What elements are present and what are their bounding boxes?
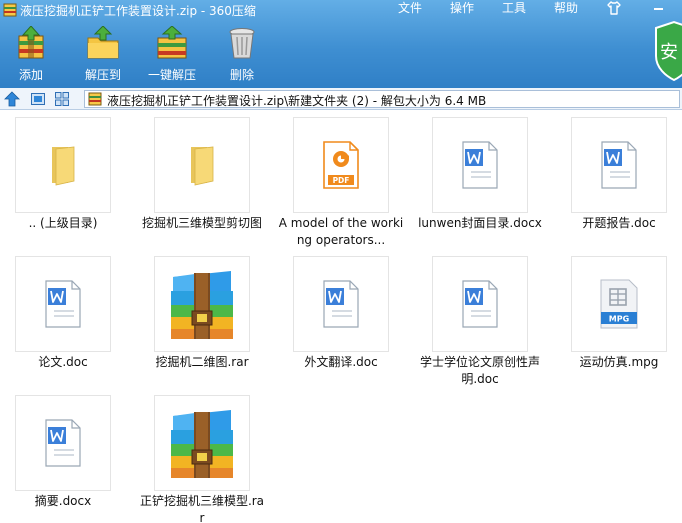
- file-grid: .. (上级目录) 挖掘机三维模型剪切图 PDF A model of the …: [0, 111, 682, 523]
- menu-operation[interactable]: 操作: [450, 0, 474, 18]
- thumbnail: [15, 395, 111, 491]
- file-name: 运动仿真.mpg: [579, 355, 659, 369]
- rar-archive-icon: [171, 271, 233, 339]
- file-name: 摘要.docx: [34, 494, 92, 508]
- extract-folder-icon: [87, 26, 119, 59]
- rar-archive-icon: [171, 410, 233, 478]
- file-name: 论文.doc: [38, 355, 88, 369]
- file-item-doc[interactable]: 学士学位论文原创性声明.doc: [417, 250, 557, 386]
- add-archive-icon: [18, 26, 44, 59]
- folder-icon: [191, 146, 214, 186]
- trash-icon: [229, 28, 255, 59]
- file-item-doc[interactable]: 开题报告.doc: [556, 111, 682, 247]
- file-name: 外文翻译.doc: [304, 355, 378, 369]
- thumbnail: [154, 117, 250, 213]
- add-label: 添加: [18, 68, 43, 82]
- toolbar: 添加 解压到 一键解压 删除: [0, 22, 300, 84]
- folder-icon: [52, 146, 75, 186]
- file-item-doc[interactable]: 论文.doc: [0, 250, 140, 386]
- delete-button[interactable]: 删除: [222, 22, 262, 84]
- add-button[interactable]: 添加: [8, 22, 54, 84]
- thumbnail: [154, 256, 250, 352]
- file-item-rar[interactable]: 正铲挖掘机三维模型.rar: [139, 389, 279, 523]
- title-bar: 液压挖掘机正铲工作装置设计.zip - 360压缩 文件 操作 工具 帮助: [0, 0, 682, 20]
- video-file-icon: MPG: [600, 279, 638, 329]
- word-doc-icon: [462, 141, 498, 189]
- thumbnail: MPG: [571, 256, 667, 352]
- word-doc-icon: [323, 280, 359, 328]
- mpg-badge: MPG: [609, 315, 629, 324]
- file-item-folder[interactable]: 挖掘机三维模型剪切图: [139, 111, 279, 247]
- one-click-extract-label: 一键解压: [147, 68, 196, 82]
- file-name: 开题报告.doc: [582, 216, 656, 230]
- file-name: 挖掘机二维图.rar: [155, 355, 249, 369]
- file-item-mpg[interactable]: MPG 运动仿真.mpg: [556, 250, 682, 386]
- file-item-doc[interactable]: 摘要.docx: [0, 389, 140, 523]
- extract-to-label: 解压到: [84, 68, 121, 82]
- address-bar[interactable]: 液压挖掘机正铲工作装置设计.zip\新建文件夹 (2) - 解包大小为 6.4 …: [84, 90, 680, 108]
- file-name: 挖掘机三维模型剪切图: [141, 216, 262, 230]
- thumbnail: [432, 256, 528, 352]
- thumbnail: [15, 256, 111, 352]
- thumbnail: [571, 117, 667, 213]
- file-name: 正铲挖掘机三维模型.rar: [139, 494, 265, 523]
- skin-shirt-icon[interactable]: [606, 0, 622, 16]
- security-shield-icon[interactable]: 安: [652, 20, 682, 82]
- menu-file[interactable]: 文件: [398, 0, 422, 18]
- file-name: A model of the working operators...: [278, 216, 404, 247]
- address-row: 液压挖掘机正铲工作装置设计.zip\新建文件夹 (2) - 解包大小为 6.4 …: [0, 88, 682, 110]
- one-click-extract-icon: [157, 26, 187, 59]
- thumbnail: [293, 256, 389, 352]
- thumbnail: [432, 117, 528, 213]
- thumbnail: PDF: [293, 117, 389, 213]
- word-doc-icon: [601, 141, 637, 189]
- address-path: 液压挖掘机正铲工作装置设计.zip\新建文件夹 (2) - 解包大小为 6.4 …: [107, 94, 487, 108]
- extract-to-button[interactable]: 解压到: [80, 22, 126, 84]
- file-item-pdf[interactable]: PDF A model of the working operators...: [278, 111, 418, 247]
- file-item-rar[interactable]: 挖掘机二维图.rar: [139, 250, 279, 386]
- delete-label: 删除: [229, 68, 254, 82]
- shield-label: 安: [660, 42, 678, 63]
- pdf-badge: PDF: [333, 176, 350, 185]
- zip-file-icon: [88, 92, 102, 106]
- grid-view-icon[interactable]: [54, 91, 70, 107]
- file-name: .. (上级目录): [28, 216, 98, 230]
- menu-help[interactable]: 帮助: [554, 0, 578, 18]
- pdf-icon: PDF: [323, 141, 359, 189]
- thumbnail: [15, 117, 111, 213]
- menu-tools[interactable]: 工具: [502, 0, 526, 18]
- window-title: 液压挖掘机正铲工作装置设计.zip - 360压缩: [20, 4, 256, 18]
- up-arrow-icon[interactable]: [4, 91, 20, 107]
- archive-app-icon: [3, 3, 17, 17]
- word-doc-icon: [45, 419, 81, 467]
- file-item-parent-dir[interactable]: .. (上级目录): [0, 111, 140, 247]
- word-doc-icon: [462, 280, 498, 328]
- file-item-doc[interactable]: lunwen封面目录.docx: [417, 111, 557, 247]
- menu-bar: 文件 操作 工具 帮助: [398, 0, 602, 18]
- minimize-button[interactable]: [636, 0, 682, 18]
- thumbnail: [154, 395, 250, 491]
- one-click-extract-button[interactable]: 一键解压: [144, 22, 200, 84]
- large-icon-view-icon[interactable]: [30, 91, 46, 107]
- file-item-doc[interactable]: 外文翻译.doc: [278, 250, 418, 386]
- file-name: lunwen封面目录.docx: [418, 216, 542, 230]
- file-name: 学士学位论文原创性声明.doc: [419, 355, 540, 386]
- word-doc-icon: [45, 280, 81, 328]
- title-toolbar-area: 液压挖掘机正铲工作装置设计.zip - 360压缩 文件 操作 工具 帮助 添加: [0, 0, 682, 88]
